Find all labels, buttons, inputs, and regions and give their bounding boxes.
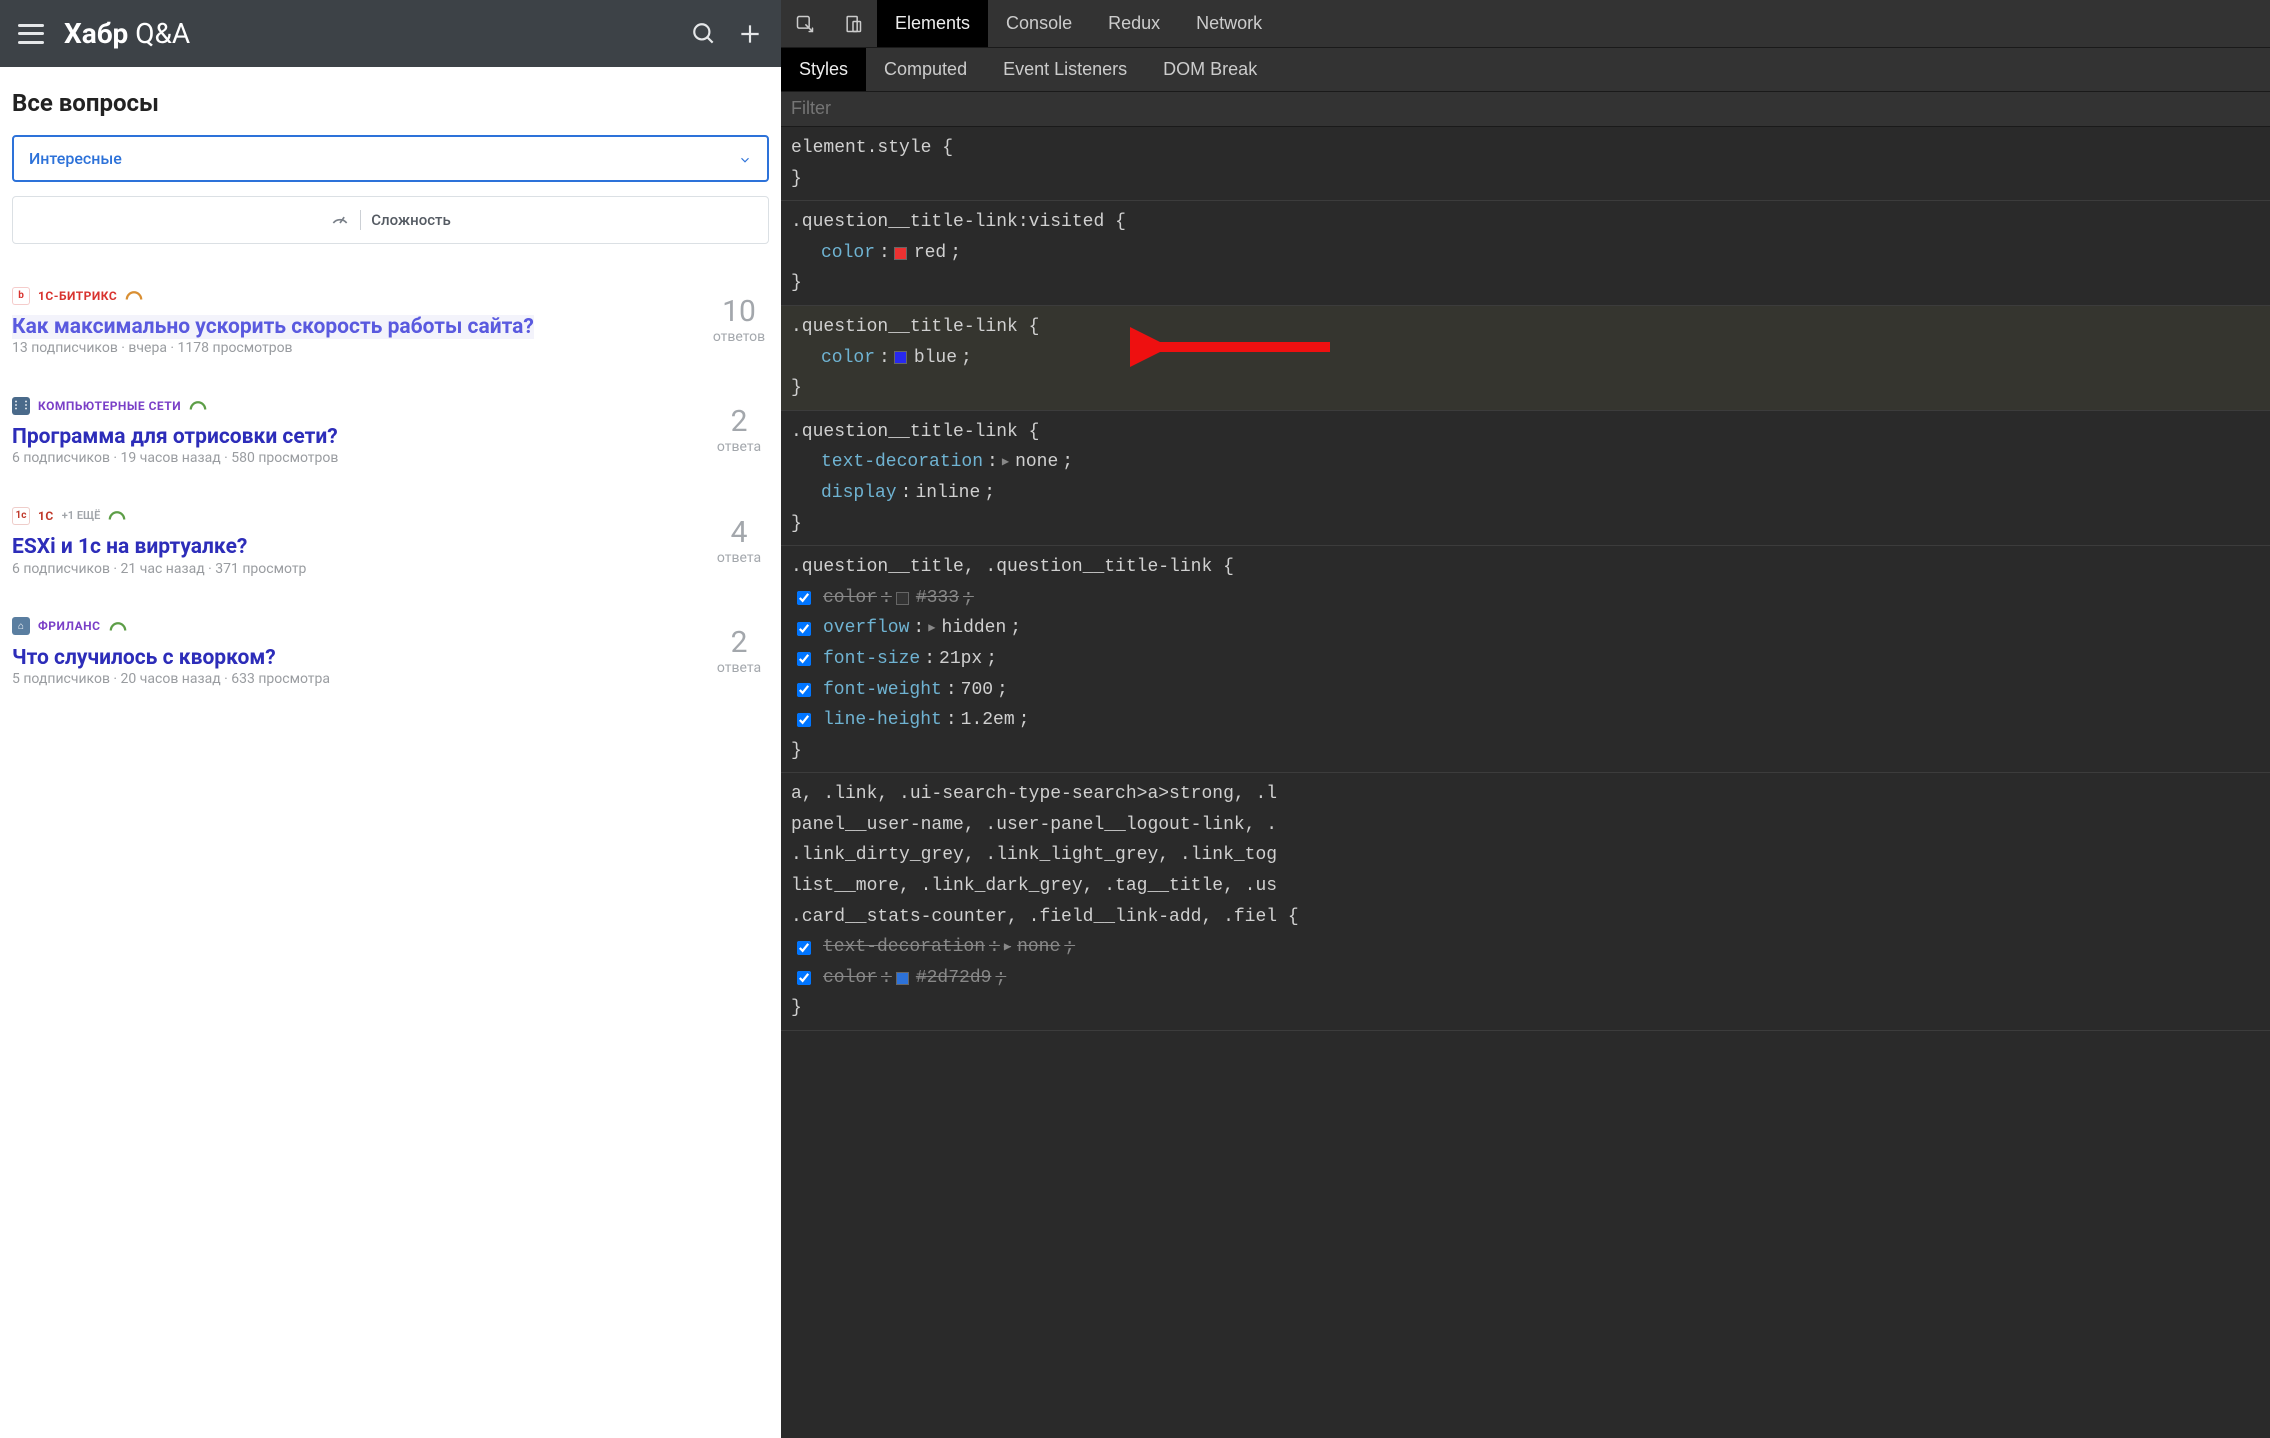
property-checkbox[interactable] xyxy=(795,620,813,638)
device-icon[interactable] xyxy=(829,0,877,47)
chevron-down-icon xyxy=(738,152,752,166)
question-title-link[interactable]: Программа для отрисовки сети? xyxy=(12,425,338,449)
tag-name[interactable]: ФРИЛАНС xyxy=(38,619,101,633)
css-property[interactable]: font-weight: 700; xyxy=(791,675,2260,706)
answer-count[interactable]: 2 ответа xyxy=(709,396,769,466)
property-checkbox[interactable] xyxy=(795,650,813,668)
css-property[interactable]: display: inline; xyxy=(791,478,2260,509)
answer-count[interactable]: 4 ответа xyxy=(709,506,769,576)
devtools-tab-network[interactable]: Network xyxy=(1178,0,1280,47)
gauge-icon xyxy=(330,208,350,232)
property-checkbox[interactable] xyxy=(795,589,813,607)
css-property[interactable]: color: #333; xyxy=(791,583,2260,614)
question-item: 1c 1С +1 ЕЩЁ ESXi и 1с на виртуалке? 6 п… xyxy=(0,486,781,596)
css-rule-block[interactable]: .question__title-link:visited {color: re… xyxy=(781,201,2270,306)
answer-count[interactable]: 10 ответов xyxy=(709,286,769,356)
color-swatch-icon[interactable] xyxy=(894,351,907,364)
css-rule-block[interactable]: .question__title, .question__title-link … xyxy=(781,546,2270,773)
devtools-tab-redux[interactable]: Redux xyxy=(1090,0,1178,47)
divider xyxy=(360,210,361,230)
page-title: Все вопросы xyxy=(0,67,781,135)
tag-icon[interactable]: 1c xyxy=(12,507,30,525)
hamburger-icon[interactable] xyxy=(18,24,44,44)
tag-name[interactable]: 1С xyxy=(38,509,54,523)
devtools-panel: ElementsConsoleReduxNetwork StylesComput… xyxy=(781,0,2270,1438)
complexity-label: Сложность xyxy=(371,211,451,229)
css-property[interactable]: font-size: 21px; xyxy=(791,644,2260,675)
filter-input[interactable] xyxy=(791,98,2260,119)
habr-header: Хабр Q&A xyxy=(0,0,781,67)
css-rule-block[interactable]: .question__title-link {text-decoration: … xyxy=(781,411,2270,546)
color-swatch-icon[interactable] xyxy=(896,972,909,985)
question-meta: 13 подписчиков · вчера · 1178 просмотров xyxy=(12,340,699,356)
filter-label: Интересные xyxy=(29,149,122,168)
tag-icon[interactable]: ⌂ xyxy=(12,617,30,635)
tag-name[interactable]: КОМПЬЮТЕРНЫЕ СЕТИ xyxy=(38,399,181,413)
extra-tag-count[interactable]: +1 ЕЩЁ xyxy=(62,509,101,522)
filter-dropdown[interactable]: Интересные xyxy=(12,135,769,182)
question-item: ⋮⋮ КОМПЬЮТЕРНЫЕ СЕТИ Программа для отрис… xyxy=(0,376,781,486)
css-rule-block[interactable]: a, .link, .ui-search-type-search>a>stron… xyxy=(781,773,2270,1031)
css-property[interactable]: text-decoration: ▶none; xyxy=(791,447,2260,478)
question-title-link[interactable]: Как максимально ускорить скорость работы… xyxy=(12,315,534,339)
devtools-subtab-computed[interactable]: Computed xyxy=(866,48,985,91)
devtools-top-bar: ElementsConsoleReduxNetwork xyxy=(781,0,2270,48)
logo[interactable]: Хабр Q&A xyxy=(64,17,190,50)
inspect-icon[interactable] xyxy=(781,0,829,47)
question-title-link[interactable]: Что случилось с кворком? xyxy=(12,646,276,670)
difficulty-arc-icon xyxy=(189,396,207,415)
complexity-button[interactable]: Сложность xyxy=(12,196,769,244)
question-item: ⌂ ФРИЛАНС Что случилось с кворком? 5 под… xyxy=(0,597,781,707)
devtools-subtab-event-listeners[interactable]: Event Listeners xyxy=(985,48,1145,91)
property-checkbox[interactable] xyxy=(795,711,813,729)
style-rules-pane[interactable]: element.style {}.question__title-link:vi… xyxy=(781,127,2270,1438)
expand-triangle-icon[interactable]: ▶ xyxy=(1004,937,1011,957)
css-property[interactable]: color: blue; xyxy=(791,343,2260,374)
devtools-sub-bar: StylesComputedEvent ListenersDOM Break xyxy=(781,48,2270,92)
css-property[interactable]: color: #2d72d9; xyxy=(791,963,2260,994)
property-checkbox[interactable] xyxy=(795,939,813,957)
question-item: b 1С-БИТРИКС Как максимально ускорить ск… xyxy=(0,266,781,376)
question-meta: 6 подписчиков · 21 час назад · 371 просм… xyxy=(12,561,699,577)
habr-panel: Хабр Q&A Все вопросы Интересные Сложност… xyxy=(0,0,781,1438)
devtools-subtab-dom-break[interactable]: DOM Break xyxy=(1145,48,1275,91)
expand-triangle-icon[interactable]: ▶ xyxy=(1002,452,1009,472)
difficulty-arc-icon xyxy=(109,617,127,636)
css-property[interactable]: text-decoration: ▶none; xyxy=(791,932,2260,963)
question-meta: 6 подписчиков · 19 часов назад · 580 про… xyxy=(12,450,699,466)
difficulty-arc-icon xyxy=(108,506,126,525)
answer-count[interactable]: 2 ответа xyxy=(709,617,769,687)
css-property[interactable]: line-height: 1.2em; xyxy=(791,705,2260,736)
color-swatch-icon[interactable] xyxy=(896,592,909,605)
tag-name[interactable]: 1С-БИТРИКС xyxy=(38,289,117,303)
question-title-link[interactable]: ESXi и 1с на виртуалке? xyxy=(12,535,247,559)
difficulty-arc-icon xyxy=(125,286,143,305)
property-checkbox[interactable] xyxy=(795,969,813,987)
color-swatch-icon[interactable] xyxy=(894,247,907,260)
search-icon[interactable] xyxy=(691,21,717,47)
plus-icon[interactable] xyxy=(737,21,763,47)
devtools-subtab-styles[interactable]: Styles xyxy=(781,48,866,91)
devtools-tab-elements[interactable]: Elements xyxy=(877,0,988,47)
question-meta: 5 подписчиков · 20 часов назад · 633 про… xyxy=(12,671,699,687)
property-checkbox[interactable] xyxy=(795,681,813,699)
tag-icon[interactable]: b xyxy=(12,287,30,305)
css-property[interactable]: overflow: ▶hidden; xyxy=(791,613,2260,644)
css-rule-block[interactable]: element.style {} xyxy=(781,127,2270,201)
css-rule-block[interactable]: .question__title-link {color: blue;} xyxy=(781,306,2270,411)
tag-icon[interactable]: ⋮⋮ xyxy=(12,397,30,415)
devtools-tab-console[interactable]: Console xyxy=(988,0,1090,47)
styles-filter xyxy=(781,92,2270,127)
css-property[interactable]: color: red; xyxy=(791,238,2260,269)
expand-triangle-icon[interactable]: ▶ xyxy=(928,618,935,638)
